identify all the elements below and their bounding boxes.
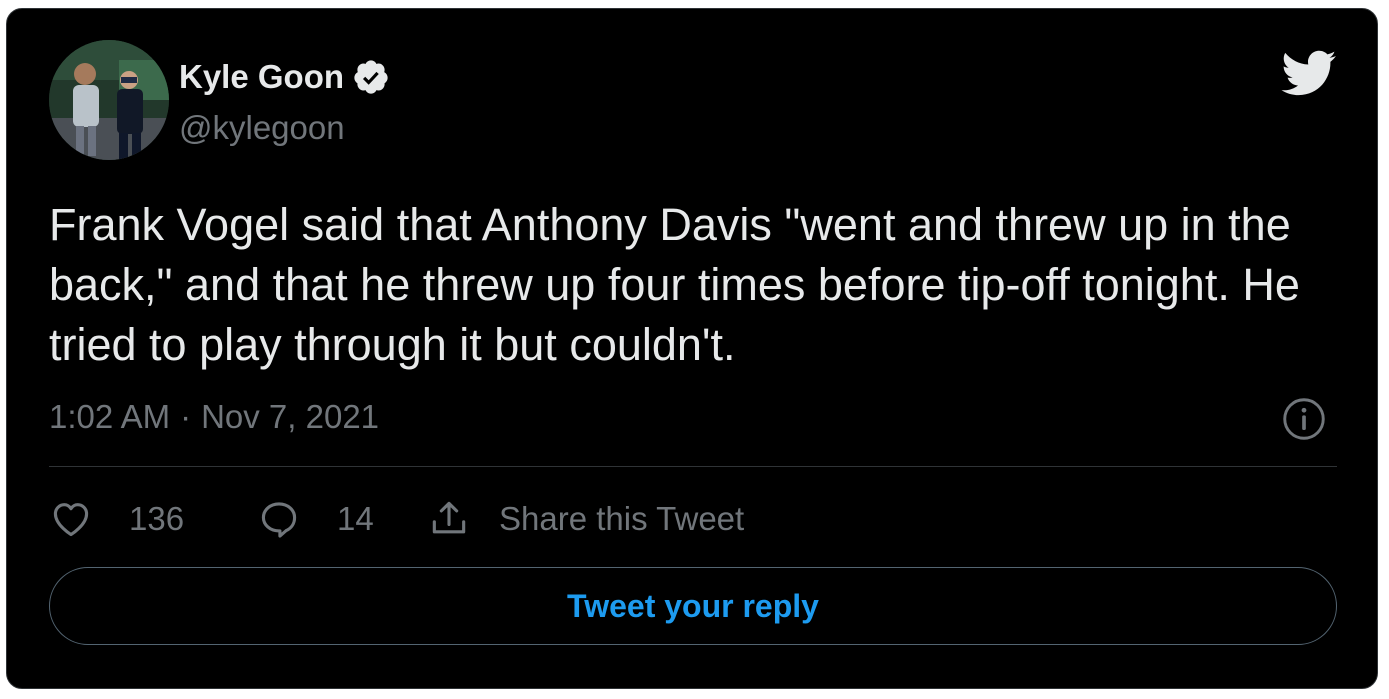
tweet-time[interactable]: 1:02 AM <box>49 397 170 437</box>
tweet-reply-button[interactable]: Tweet your reply <box>49 567 1337 645</box>
share-icon[interactable] <box>427 497 471 541</box>
tweet-timestamp[interactable]: 1:02 AM · Nov 7, 2021 <box>49 397 379 437</box>
tweet-actions: 136 14 Share this Tweet <box>49 495 744 543</box>
author-display-name[interactable]: Kyle Goon <box>179 58 344 96</box>
tweet-text: Frank Vogel said that Anthony Davis "wen… <box>49 199 1300 370</box>
share-button[interactable]: Share this Tweet <box>427 497 744 541</box>
author-name-row[interactable]: Kyle Goon <box>179 58 390 96</box>
tweet-date[interactable]: Nov 7, 2021 <box>201 397 379 437</box>
tweet-card: Kyle Goon @kylegoon Frank Vogel said tha… <box>6 8 1378 689</box>
like-count: 136 <box>129 500 185 537</box>
heart-icon[interactable] <box>49 497 93 541</box>
reply-bubble-icon[interactable] <box>257 497 301 541</box>
info-icon[interactable] <box>1282 397 1326 441</box>
twitter-bird-icon[interactable] <box>1279 49 1337 97</box>
author-handle[interactable]: @kylegoon <box>179 109 345 147</box>
share-label: Share this Tweet <box>499 500 745 537</box>
like-button[interactable]: 136 <box>49 497 257 541</box>
reply-button[interactable]: 14 <box>257 497 427 541</box>
verified-badge-icon <box>352 58 390 96</box>
reply-count: 14 <box>337 500 374 537</box>
timestamp-separator: · <box>180 398 192 435</box>
avatar[interactable] <box>49 40 169 160</box>
divider <box>49 466 1337 467</box>
